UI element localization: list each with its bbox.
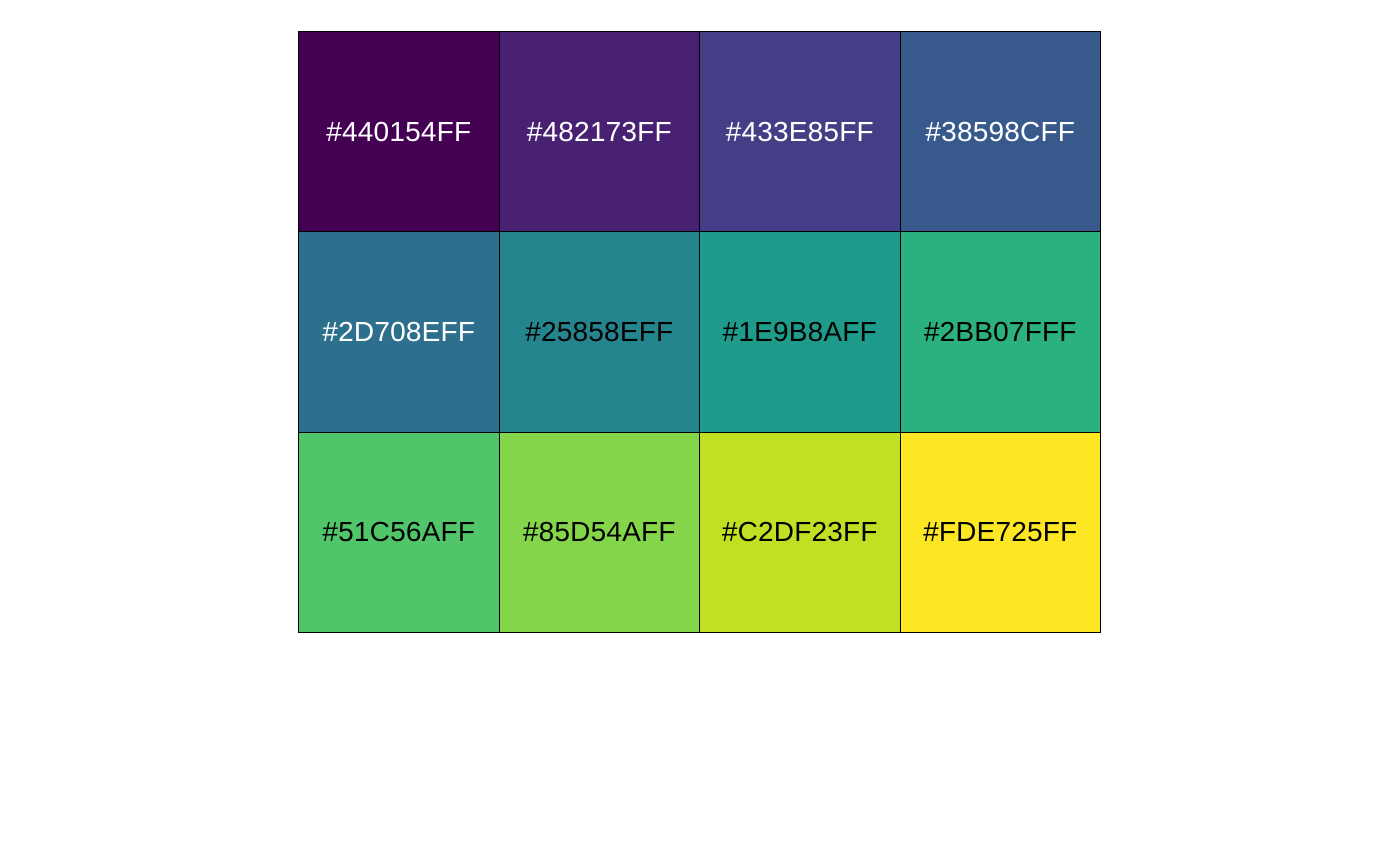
color-swatch: #1E9B8AFF bbox=[700, 232, 901, 433]
color-swatch: #2BB07FFF bbox=[900, 232, 1101, 433]
swatch-hex-label: #433E85FF bbox=[725, 115, 874, 147]
swatch-hex-label: #482173FF bbox=[526, 115, 672, 147]
color-swatch: #482173FF bbox=[499, 32, 700, 233]
color-swatch: #51C56AFF bbox=[299, 432, 500, 633]
color-swatch-grid: #440154FF #482173FF #433E85FF #38598CFF … bbox=[298, 31, 1101, 633]
swatch-hex-label: #1E9B8AFF bbox=[722, 315, 877, 347]
color-swatch: #C2DF23FF bbox=[700, 432, 901, 633]
color-swatch: #FDE725FF bbox=[900, 432, 1101, 633]
swatch-hex-label: #C2DF23FF bbox=[721, 516, 878, 548]
swatch-hex-label: #85D54AFF bbox=[522, 516, 676, 548]
swatch-hex-label: #25858EFF bbox=[525, 315, 674, 347]
swatch-hex-label: #38598CFF bbox=[925, 115, 1076, 147]
swatch-hex-label: #2BB07FFF bbox=[923, 315, 1077, 347]
color-swatch: #440154FF bbox=[299, 32, 500, 233]
color-swatch: #2D708EFF bbox=[299, 232, 500, 433]
color-swatch: #38598CFF bbox=[900, 32, 1101, 233]
color-swatch: #85D54AFF bbox=[499, 432, 700, 633]
color-swatch: #25858EFF bbox=[499, 232, 700, 433]
swatch-hex-label: #440154FF bbox=[326, 115, 472, 147]
color-swatch: #433E85FF bbox=[700, 32, 901, 233]
swatch-hex-label: #FDE725FF bbox=[923, 516, 1078, 548]
swatch-hex-label: #51C56AFF bbox=[322, 516, 476, 548]
swatch-hex-label: #2D708EFF bbox=[322, 315, 476, 347]
